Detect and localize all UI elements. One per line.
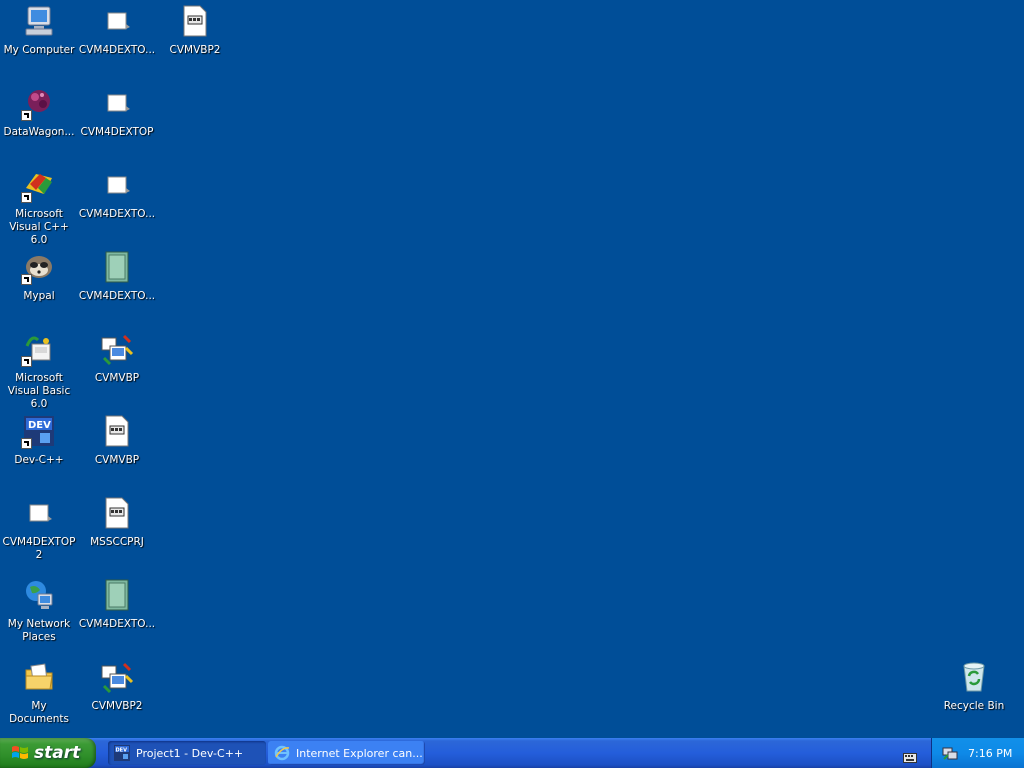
- devcpp-icon: DEV: [114, 745, 130, 761]
- shortcut-arrow-icon: [21, 356, 32, 367]
- desktop-icon-cvm4dextop2[interactable]: CVM4DEXTOP2: [0, 494, 78, 562]
- desktop-icon-my-computer[interactable]: My Computer: [0, 2, 78, 57]
- svg-text:DEV: DEV: [28, 420, 51, 431]
- desktop-icon-label: My Computer: [3, 44, 75, 56]
- system-tray: 7:16 PM: [931, 738, 1024, 768]
- recycle-bin-icon: [957, 660, 991, 694]
- file-icon: [100, 86, 134, 120]
- file-icon: [100, 4, 134, 38]
- desktop-icon-cvmvbp-doc[interactable]: CVMVBP: [78, 412, 156, 467]
- desktop-icon-devcpp[interactable]: DEV Dev-C++: [0, 412, 78, 467]
- keyboard-icon[interactable]: [903, 748, 917, 763]
- vb-document-icon: [100, 496, 134, 530]
- desktop-icon-visual-cpp[interactable]: Microsoft Visual C++ 6.0: [0, 166, 78, 247]
- desktop-icon-cvmvbp2-project[interactable]: CVMVBP2: [78, 658, 156, 713]
- desktop-icon-label: CVM4DEXTO...: [78, 290, 156, 302]
- vb-project-icon: [100, 332, 134, 366]
- clock[interactable]: 7:16 PM: [968, 747, 1012, 760]
- desktop-icon-label: Microsoft Visual C++ 6.0: [9, 208, 69, 246]
- network-tray-icon[interactable]: [942, 745, 958, 761]
- desktop-icon-label: CVM4DEXTO...: [78, 44, 156, 56]
- desktop-icon-my-network-places[interactable]: My Network Places: [0, 576, 78, 644]
- desktop[interactable]: My Computer DataWagon... Microsoft Visua…: [0, 0, 1024, 738]
- vb-project-icon: [100, 660, 134, 694]
- taskbar: start DEV Project1 - Dev-C++ Internet Ex…: [0, 738, 1024, 768]
- desktop-icon-cvm4dextop-c[interactable]: CVM4DEXTO...: [78, 248, 156, 303]
- desktop-icon-label: MSSCCPRJ: [90, 536, 144, 548]
- desktop-icon-label: Microsoft Visual Basic 6.0: [7, 372, 71, 410]
- visual-basic-icon: [21, 332, 56, 367]
- my-computer-icon: [22, 4, 56, 38]
- desktop-icon-label: Recycle Bin: [943, 700, 1005, 712]
- desktop-icon-cvmvbp-project[interactable]: CVMVBP: [78, 330, 156, 385]
- windows-logo-icon: [11, 744, 29, 762]
- file-icon: [22, 496, 56, 530]
- desktop-icon-visual-basic[interactable]: Microsoft Visual Basic 6.0: [0, 330, 78, 411]
- desktop-icon-mypal[interactable]: Mypal: [0, 248, 78, 303]
- datawagon-icon: [21, 86, 56, 121]
- file-icon: [100, 168, 134, 202]
- desktop-icon-label: My Documents: [9, 700, 69, 725]
- desktop-icon-label: Mypal: [23, 290, 55, 302]
- desktop-icon-cvm4dextop-a[interactable]: CVM4DEXTO...: [78, 2, 156, 57]
- shortcut-arrow-icon: [21, 438, 32, 449]
- desktop-icon-label: CVMVBP2: [169, 44, 221, 56]
- desktop-icon-label: CVMVBP: [94, 372, 140, 384]
- vb-document-icon: [100, 414, 134, 448]
- desktop-icon-label: CVM4DEXTO...: [78, 618, 156, 630]
- desktop-icon-recycle-bin[interactable]: Recycle Bin: [935, 658, 1013, 713]
- taskbar-button-internet-explorer[interactable]: Internet Explorer can...: [268, 741, 425, 765]
- desktop-icon-label: CVM4DEXTOP: [80, 126, 154, 138]
- desktop-icon-label: CVM4DEXTO...: [78, 208, 156, 220]
- start-label: start: [34, 743, 81, 763]
- taskbar-button-label: Internet Explorer can...: [296, 746, 423, 760]
- desktop-icon-datawagon[interactable]: DataWagon...: [0, 84, 78, 139]
- my-documents-icon: [22, 660, 56, 694]
- desktop-icon-cvm4dextop[interactable]: CVM4DEXTOP: [78, 84, 156, 139]
- desktop-icon-label: CVM4DEXTOP2: [2, 536, 76, 561]
- desktop-icon-msscc-prj[interactable]: MSSCCPRJ: [78, 494, 156, 549]
- shortcut-arrow-icon: [21, 192, 32, 203]
- notebook-icon: [100, 578, 134, 612]
- desktop-icon-my-documents[interactable]: My Documents: [0, 658, 78, 726]
- visual-cpp-icon: [21, 168, 56, 203]
- shortcut-arrow-icon: [21, 274, 32, 285]
- desktop-icon-label: DataWagon...: [3, 126, 75, 138]
- desktop-icon-label: My Network Places: [7, 618, 71, 643]
- svg-text:DEV: DEV: [116, 748, 128, 754]
- start-button[interactable]: start: [0, 738, 96, 768]
- devcpp-icon: DEV: [21, 414, 56, 449]
- taskbar-button-label: Project1 - Dev-C++: [136, 746, 244, 760]
- desktop-icon-cvm4dextop-b[interactable]: CVM4DEXTO...: [78, 166, 156, 221]
- desktop-icon-label: CVMVBP2: [91, 700, 143, 712]
- desktop-icon-cvmvbp2-doc[interactable]: CVMVBP2: [156, 2, 234, 57]
- internet-explorer-icon: [274, 745, 290, 761]
- desktop-icon-label: Dev-C++: [14, 454, 64, 466]
- desktop-icon-label: CVMVBP: [94, 454, 140, 466]
- notebook-icon: [100, 250, 134, 284]
- mypal-icon: [21, 250, 56, 285]
- shortcut-arrow-icon: [21, 110, 32, 121]
- desktop-icon-cvm4dextop-d[interactable]: CVM4DEXTO...: [78, 576, 156, 631]
- network-places-icon: [22, 578, 56, 612]
- taskbar-button-devcpp[interactable]: DEV Project1 - Dev-C++: [108, 741, 266, 765]
- vb-document-icon: [178, 4, 212, 38]
